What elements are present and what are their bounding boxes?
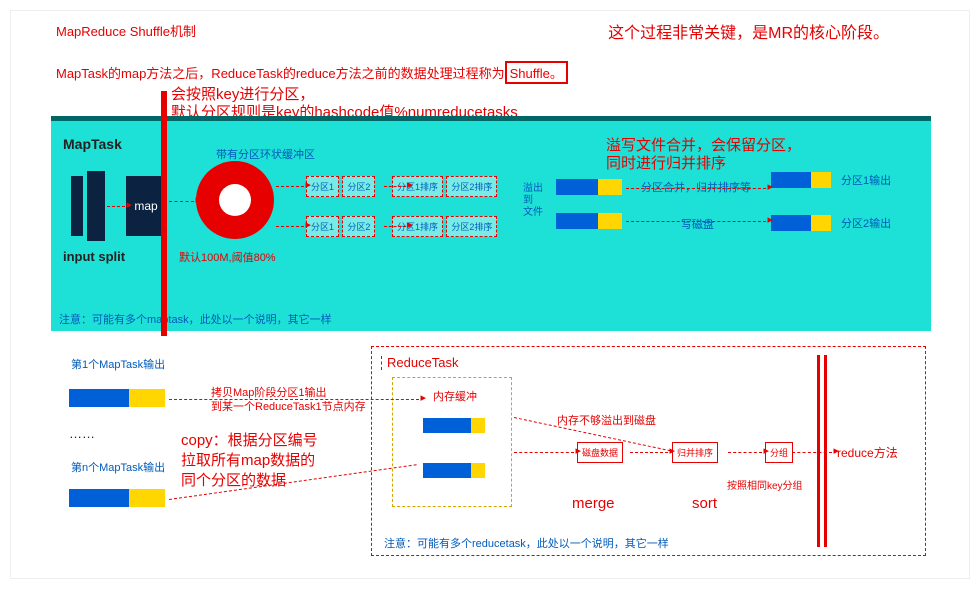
s2: 分区2排序	[446, 176, 497, 197]
out-bar-2	[771, 215, 831, 231]
first-out-bar	[69, 389, 165, 407]
membuf-box: 内存缓冲	[392, 377, 512, 507]
definition-text: MapTask的map方法之后，ReduceTask的reduce方法之前的数据…	[56, 66, 505, 81]
merged-bar-2	[556, 213, 622, 229]
reduce-footnote: 注意：可能有多个reducetask，此处以一个说明，其它一样	[384, 535, 669, 551]
input-split-label: input split	[63, 249, 125, 264]
vline1	[381, 356, 382, 370]
nth-map-output: 第n个MapTask输出	[71, 459, 165, 475]
merge-anno2: 同时进行归并排序	[606, 152, 726, 173]
maptask-label: MapTask	[63, 136, 122, 152]
p2b: 分区2	[342, 216, 375, 237]
input-bar1	[71, 176, 83, 236]
mem-bar1	[423, 418, 485, 433]
reducetask-title: ReduceTask	[387, 355, 459, 370]
shuffle-word: Shuffle。	[505, 61, 568, 84]
diagram-canvas: MapReduce Shuffle机制 这个过程非常关键，是MR的核心阶段。 M…	[10, 10, 970, 579]
arrow-out1	[626, 188, 766, 189]
arrow-r4	[792, 452, 832, 453]
s2b: 分区2排序	[446, 216, 497, 237]
shuffle-definition: MapTask的map方法之后，ReduceTask的reduce方法之前的数据…	[56, 61, 568, 84]
buffer-title: 带有分区环状缓冲区	[216, 146, 315, 162]
sort-lbl: sort	[692, 495, 717, 512]
diskdata-box: 磁盘数据	[577, 442, 623, 463]
arrow-map-ring	[169, 201, 194, 202]
arrow-out2	[626, 221, 766, 222]
mem-bar2	[423, 463, 485, 478]
group-box: 分组	[765, 442, 793, 463]
ring-inner	[219, 184, 251, 216]
mergesort-box: 归并排序	[672, 442, 718, 463]
copy-big: copy：根据分区编号 拉取所有map数据的 同个分区的数据	[181, 431, 318, 491]
nth-out-bar	[69, 489, 165, 507]
arrow-copy-1	[169, 399, 419, 400]
maptask-footnote: 注意：可能有多个maptask，此处以一个说明，其它一样	[59, 311, 332, 327]
p2: 分区2	[342, 176, 375, 197]
reduce-method: reduce方法	[837, 444, 898, 461]
arrow-r1	[514, 452, 574, 453]
arrow-r2	[630, 452, 668, 453]
membuf-label: 内存缓冲	[433, 388, 477, 404]
spill-label: 内存不够溢出到磁盘	[557, 412, 656, 428]
red-vertical-bar	[161, 91, 167, 336]
dots: ……	[69, 426, 95, 441]
arrow-pp2	[384, 226, 406, 227]
red-double-bar	[817, 355, 827, 547]
arrow-ring-p1	[276, 186, 304, 187]
spill-label: 溢出 到 文件	[523, 183, 543, 219]
disk-label: 写磁盘	[681, 216, 714, 232]
merge-label: 分区合并，归并排序等	[641, 179, 751, 195]
first-map-output: 第1个MapTask输出	[71, 356, 165, 372]
bykey: 按照相同key分组	[727, 477, 803, 492]
out-bar-1	[771, 172, 831, 188]
title: MapReduce Shuffle机制	[56, 21, 196, 40]
merge-lbl: merge	[572, 495, 615, 512]
reducetask-box: ReduceTask 内存缓冲 内存不够溢出到磁盘 磁盘数据 归并排序 分组 按…	[371, 346, 926, 556]
copy-anno2: 到某一个ReduceTask1节点内存	[211, 398, 366, 414]
out1-label: 分区1输出	[841, 172, 891, 188]
merged-bar-1	[556, 179, 622, 195]
arrow-r3	[728, 452, 762, 453]
arrow-ring-p2	[276, 226, 304, 227]
core-note: 这个过程非常关键，是MR的核心阶段。	[608, 19, 889, 43]
input-bar2	[87, 171, 105, 241]
out2-label: 分区2输出	[841, 215, 891, 231]
threshold: 默认100M,阈值80%	[179, 249, 276, 265]
map-box: map	[126, 176, 166, 236]
arrow-pp1	[384, 186, 406, 187]
arrow-input-map	[107, 206, 125, 207]
